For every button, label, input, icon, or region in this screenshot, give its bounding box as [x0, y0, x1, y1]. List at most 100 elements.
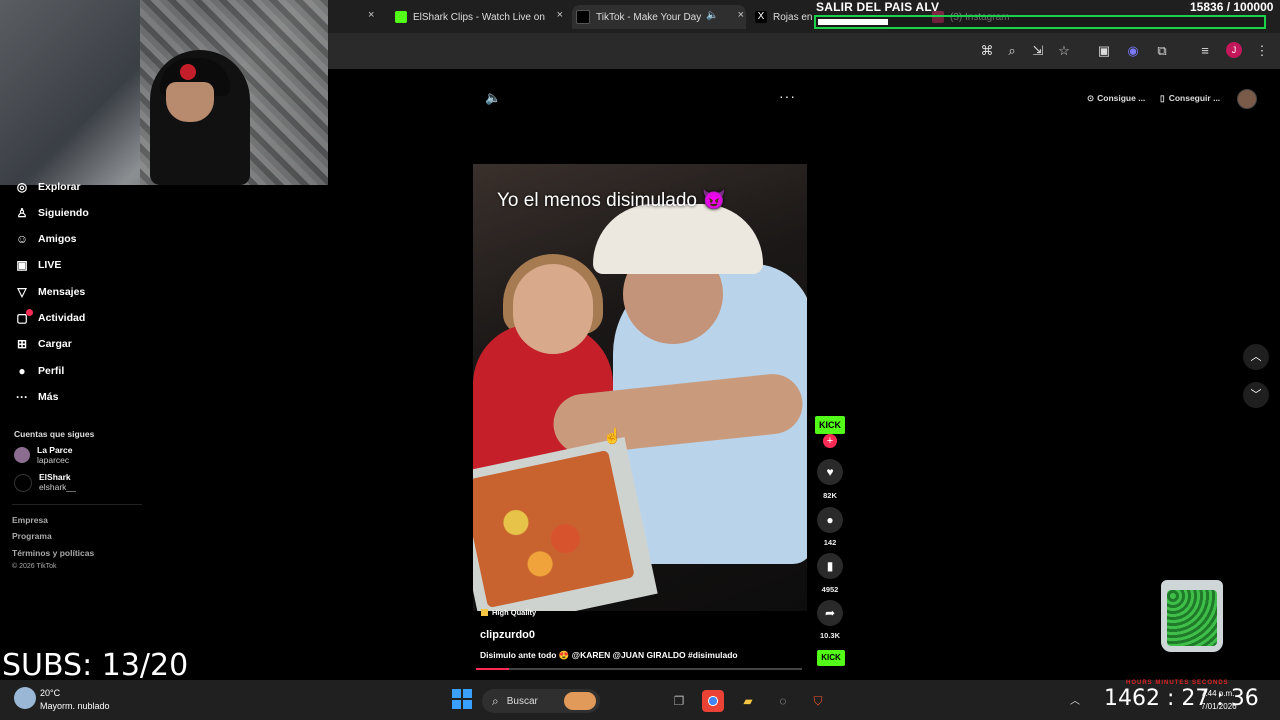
kick-favicon-icon — [395, 11, 407, 23]
follow-plus-icon[interactable]: + — [823, 434, 837, 448]
more-icon: ··· — [16, 390, 28, 404]
subs-counter-overlay: SUBS: 13/20 — [2, 648, 189, 683]
stream-goal-count: 15836 / 100000 — [1190, 0, 1274, 14]
sidebar-item-perfil[interactable]: ● Perfil — [14, 364, 64, 378]
sidebar-item-label: Mensajes — [38, 286, 86, 298]
taskbar-search[interactable]: ⌕ Buscar — [482, 689, 600, 713]
sidebar-item-ms[interactable]: ··· Más — [14, 390, 58, 404]
share-arrow-icon[interactable]: ➦ — [817, 600, 843, 626]
speaker-icon[interactable]: 🔈 — [706, 10, 718, 21]
comment-icon[interactable]: ● — [817, 507, 843, 533]
stream-overlay-bin — [1161, 580, 1223, 652]
chrome-icon[interactable] — [702, 690, 724, 712]
bookmark-icon[interactable]: ▮ — [817, 553, 843, 579]
following-account[interactable]: ElShark elshark__ — [14, 472, 76, 492]
like-count: 82K — [823, 491, 837, 500]
footer-link[interactable]: Términos y políticas — [12, 548, 94, 558]
weather-temperature[interactable]: 20°C — [40, 688, 60, 698]
sidebar-item-label: Cargar — [38, 338, 72, 350]
video-progress-bar[interactable] — [476, 668, 802, 670]
sidebar-item-cargar[interactable]: ⊞ Cargar — [14, 337, 72, 351]
clock-time[interactable]: 7:44 p.m. — [1201, 689, 1234, 698]
sidebar-item-label: Más — [38, 391, 59, 403]
sidebar-item-amigos[interactable]: ☺ Amigos — [14, 232, 77, 246]
close-tab-icon[interactable]: × — [557, 9, 563, 21]
sidebar-item-live[interactable]: ▣ LIVE — [14, 258, 61, 272]
sidebar-item-explorar[interactable]: ◎ Explorar — [14, 180, 81, 194]
stream-goal-bar — [814, 15, 1266, 29]
author-avatar[interactable]: KICK — [815, 416, 845, 434]
account-name: ElShark — [39, 472, 71, 482]
hq-icon — [481, 609, 488, 616]
clock-date[interactable]: 7/01/2026 — [1201, 702, 1237, 711]
like-heart-icon[interactable]: ♥ — [817, 459, 843, 485]
puzzle-icon[interactable]: ⧉ — [1154, 43, 1170, 59]
video-author[interactable]: clipzurdo0 — [480, 629, 535, 641]
video-player[interactable] — [473, 164, 807, 611]
x-logo-icon: X — [755, 11, 767, 23]
file-explorer-icon[interactable]: ▰ — [737, 690, 759, 712]
profile-avatar-icon[interactable]: J — [1226, 42, 1242, 58]
app-icon[interactable]: ◌ — [772, 690, 794, 712]
coin-icon: ⊙ — [1087, 92, 1095, 103]
account-username: laparcec — [37, 455, 70, 465]
close-tab-icon[interactable]: × — [368, 9, 374, 21]
phone-icon: ▯ — [1160, 92, 1165, 103]
comment-count: 142 — [823, 538, 837, 547]
brave-browser-icon[interactable]: ⛉ — [807, 690, 829, 712]
windows-start-icon[interactable] — [452, 689, 472, 709]
webcam-overlay — [0, 0, 328, 185]
share-count: 10.3K — [819, 631, 840, 640]
close-tab-icon[interactable]: × — [738, 9, 744, 21]
sidebar-item-label: LIVE — [38, 259, 62, 271]
avatar — [14, 447, 30, 463]
sidebar-item-label: Explorar — [38, 181, 81, 193]
taskbar — [0, 680, 1280, 720]
system-tray-chevron-icon[interactable]: ︿ — [1070, 692, 1080, 707]
friends-icon: ☺ — [15, 232, 29, 246]
tab-tiktok[interactable]: TikTok - Make Your Day 🔈 × — [572, 5, 746, 29]
previous-video-chevron-up-icon[interactable]: ︿ — [1243, 344, 1269, 370]
sidebar-item-mensajes[interactable]: ▽ Mensajes — [14, 285, 85, 299]
account-name: La Parce — [37, 445, 73, 455]
extension-icon[interactable]: ◉ — [1125, 43, 1141, 59]
live-icon: ▣ — [16, 258, 28, 272]
tab-kick[interactable]: ElShark Clips - Watch Live on × — [395, 5, 565, 29]
sidebar-item-label: Perfil — [38, 365, 65, 377]
tab-x[interactable]: X Rojas en — [755, 5, 813, 29]
task-view-icon[interactable]: ❐ — [668, 690, 690, 712]
sidebar-item-actividad[interactable]: ▢ Actividad — [14, 311, 85, 325]
sidebar-item-label: Siguiendo — [38, 207, 89, 219]
more-options-icon[interactable]: ··· — [779, 88, 796, 104]
save-count: 4952 — [821, 585, 839, 594]
extension-icon[interactable]: ▣ — [1096, 43, 1112, 59]
sidebar-item-label: Actividad — [38, 312, 86, 324]
get-coins-button[interactable]: ⊙ Consigue ... — [1087, 89, 1145, 107]
avatar — [14, 474, 32, 492]
stream-goal-title: SALIR DEL PAIS ALV — [816, 0, 940, 14]
weather-description[interactable]: Mayorm. nublado — [40, 701, 110, 711]
next-video-chevron-down-icon[interactable]: ﹀ — [1243, 382, 1269, 408]
zoom-icon[interactable]: ⌕ — [1004, 43, 1020, 59]
search-highlight-icon — [564, 692, 596, 710]
tab-label: Rojas en — [773, 11, 813, 23]
stream-goal-fill — [818, 19, 889, 25]
sidebar-item-siguiendo[interactable]: ♙ Siguiendo — [14, 206, 89, 220]
get-app-button[interactable]: ▯ Conseguir ... — [1160, 89, 1220, 107]
translate-icon[interactable]: ⌘ — [979, 43, 995, 59]
user-avatar[interactable] — [1237, 89, 1257, 109]
following-account[interactable]: La Parce laparcec — [14, 445, 72, 465]
media-control-icon[interactable]: ≡ — [1197, 43, 1213, 58]
tab-label: ElShark Clips - Watch Live on — [413, 11, 545, 23]
menu-kebab-icon[interactable]: ⋮ — [1254, 43, 1270, 59]
install-icon[interactable]: ⇲ — [1030, 43, 1046, 59]
weather-cloud-icon[interactable] — [14, 687, 36, 709]
footer-link[interactable]: Programa — [12, 531, 52, 541]
copyright: © 2026 TikTok — [12, 563, 57, 570]
footer-link[interactable]: Empresa — [12, 515, 48, 525]
volume-icon[interactable]: 🔈 — [485, 90, 501, 106]
quality-badge: High Quality — [481, 608, 536, 617]
music-disc-avatar[interactable]: KICK — [817, 650, 845, 666]
bookmark-star-icon[interactable]: ☆ — [1056, 43, 1072, 59]
person-icon: ♙ — [16, 206, 28, 220]
